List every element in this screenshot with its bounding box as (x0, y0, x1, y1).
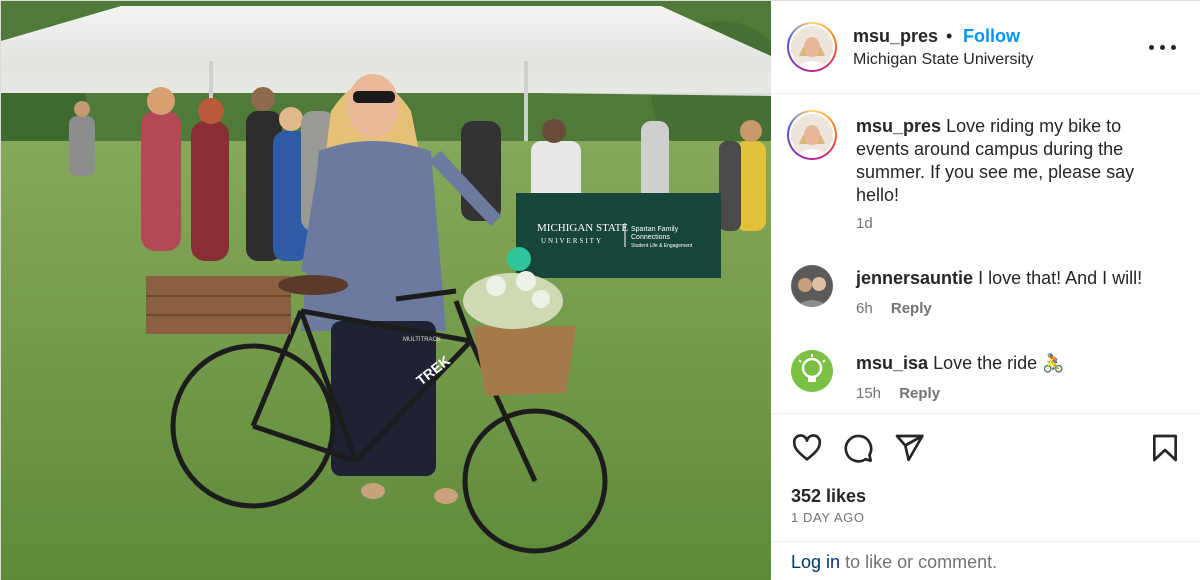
caption-time: 1d (856, 215, 873, 232)
commenter-avatar[interactable] (791, 350, 833, 392)
author-avatar[interactable] (787, 22, 837, 72)
instagram-post: MICHIGAN STATE UNIVERSITY Spartan Family… (0, 0, 1200, 580)
heart-icon[interactable] (791, 432, 823, 464)
header-separator: • (946, 26, 953, 46)
more-icon[interactable] (1143, 33, 1183, 61)
reply-button[interactable]: Reply (899, 385, 940, 402)
banner-right-line2: Connections (631, 234, 670, 241)
commenter-avatar-image (791, 265, 833, 307)
likes-count[interactable]: 352 likes (791, 486, 866, 507)
author-avatar-image (791, 26, 833, 68)
comment-body: Love the ride 🚴 (933, 353, 1065, 373)
login-link[interactable]: Log in (791, 552, 840, 572)
post-header: msu_pres • Follow Michigan State Univers… (771, 1, 1200, 94)
comments-section: msu_pres Love riding my bike to events a… (771, 95, 1200, 413)
comment-username[interactable]: jennersauntie (856, 268, 973, 288)
post-location[interactable]: Michigan State University (853, 51, 1034, 69)
comment-time: 6h (856, 300, 873, 317)
comment-icon[interactable] (842, 432, 874, 464)
photo-illustration: MICHIGAN STATE UNIVERSITY Spartan Family… (1, 1, 771, 580)
comment-text: jennersauntie I love that! And I will! (856, 267, 1176, 290)
login-prompt: Log in to like or comment. (771, 541, 1200, 580)
commenter-avatar[interactable] (791, 265, 833, 307)
caption-username[interactable]: msu_pres (856, 116, 941, 136)
comment-time: 15h (856, 385, 882, 402)
banner-right-line1: Spartan Family (631, 226, 679, 233)
follow-button[interactable]: Follow (963, 26, 1020, 47)
caption-avatar[interactable] (787, 110, 837, 160)
share-icon[interactable] (893, 432, 925, 464)
post-timestamp: 1 DAY AGO (791, 510, 865, 525)
reply-button[interactable]: Reply (891, 300, 932, 317)
post-side-panel: msu_pres • Follow Michigan State Univers… (771, 1, 1200, 580)
comment-meta: 15h Reply (856, 385, 940, 402)
banner-right-line3: Student Life & Engagement (631, 243, 693, 249)
login-rest-text: to like or comment. (845, 552, 998, 572)
post-actions: 352 likes 1 DAY AGO (771, 413, 1200, 541)
caption-text: msu_pres Love riding my bike to events a… (856, 115, 1176, 207)
bike-model: MULTITRACK (403, 337, 441, 343)
login-text: Log in to like or comment. (791, 552, 997, 573)
banner-subtitle: UNIVERSITY (541, 237, 603, 245)
comment-meta: 6h Reply (856, 300, 932, 317)
caption-avatar-image (791, 114, 833, 156)
comment-body: I love that! And I will! (978, 268, 1143, 288)
comment-username[interactable]: msu_isa (856, 353, 928, 373)
banner-title: MICHIGAN STATE (537, 222, 628, 234)
lightbulb-avatar-icon (791, 350, 833, 392)
author-username[interactable]: msu_pres (853, 26, 938, 47)
post-photo[interactable]: MICHIGAN STATE UNIVERSITY Spartan Family… (1, 1, 771, 580)
bookmark-icon[interactable] (1149, 432, 1181, 464)
comment-text: msu_isa Love the ride 🚴 (856, 352, 1176, 375)
